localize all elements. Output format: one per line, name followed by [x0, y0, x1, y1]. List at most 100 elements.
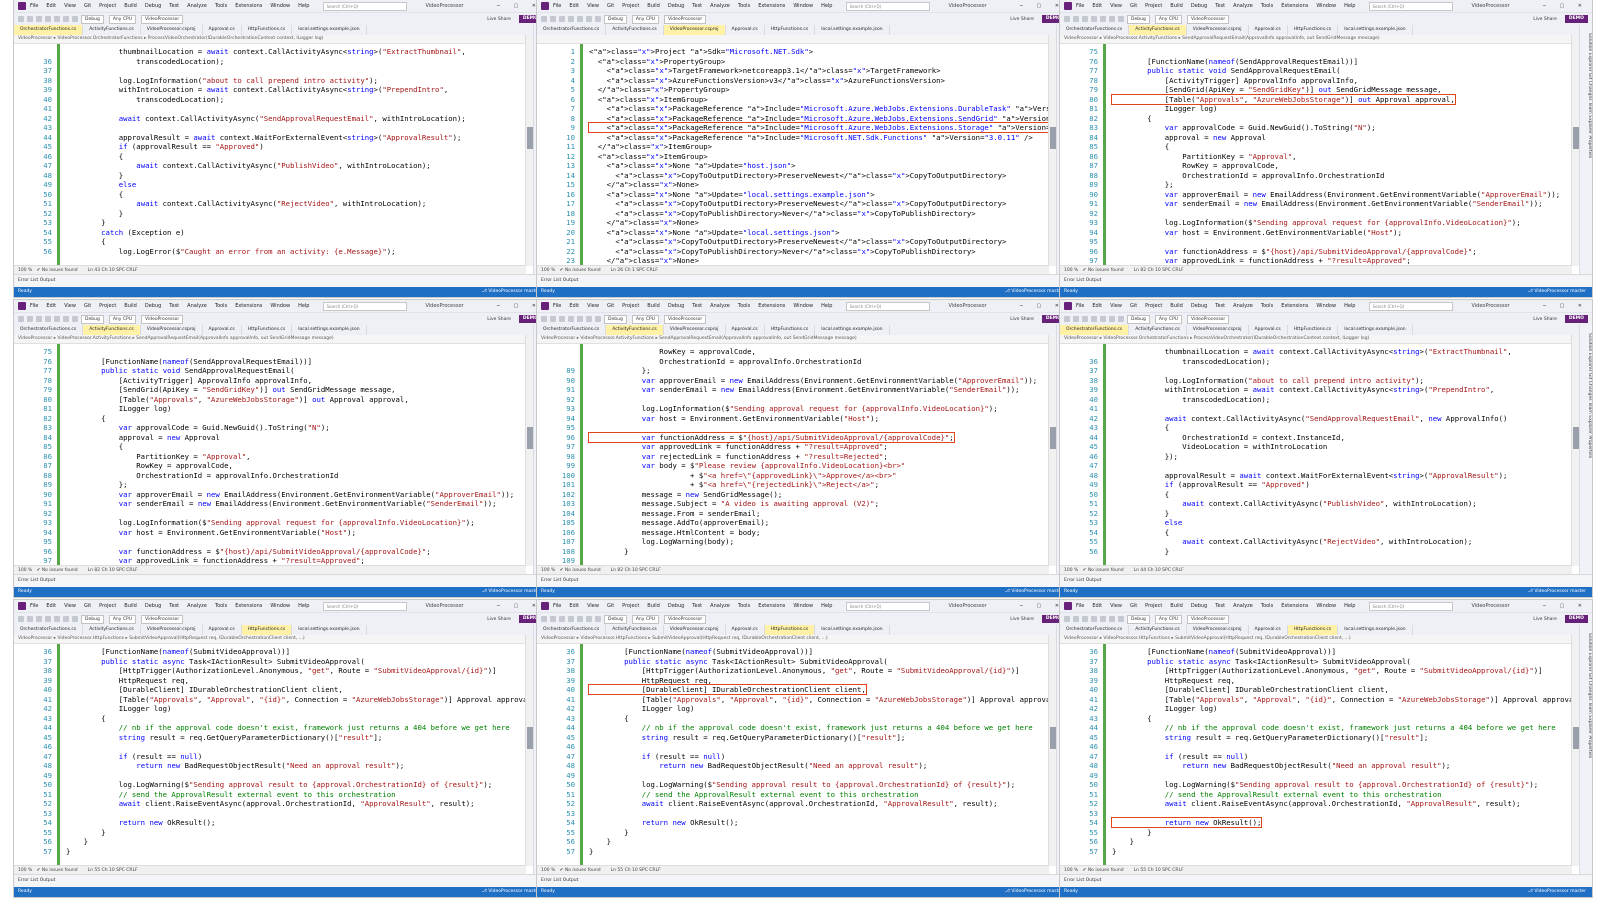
navigation-bar[interactable]: [537, 35, 1057, 44]
window-controls[interactable]: ─ ▢ ✕: [497, 603, 542, 609]
code-line[interactable]: 43 {: [1082, 714, 1568, 724]
code-text[interactable]: RowKey = approvalCode,: [66, 461, 233, 470]
code-line[interactable]: 104 message.From = senderEmail;: [559, 509, 1045, 519]
save-all-icon[interactable]: [577, 16, 583, 22]
menu-tools[interactable]: Tools: [215, 303, 227, 309]
platform-select[interactable]: Any CPU: [631, 14, 659, 24]
code-text[interactable]: }: [1112, 828, 1151, 837]
code-text[interactable]: var functionAddress = $"{host}/api/Submi…: [1112, 247, 1477, 256]
code-line[interactable]: 8 <"a">class="x">PackageReference "a">In…: [559, 114, 1049, 124]
code-text[interactable]: <"a">class="x">AzureFunctionsVersion>v3<…: [589, 76, 945, 85]
code-lines[interactable]: 1 <"a">class="x">Project "a">Sdk="Microso…: [559, 47, 1049, 266]
menu-analyze[interactable]: Analyze: [710, 603, 730, 609]
code-text[interactable]: approvalResult = await context.WaitForEx…: [1112, 471, 1508, 480]
configuration-select[interactable]: Debug: [1127, 14, 1150, 24]
live-share-button[interactable]: Live Share: [487, 317, 511, 322]
code-text[interactable]: ILogger log): [66, 404, 172, 413]
code-text[interactable]: await context.CallActivityAsync("SendApp…: [66, 114, 466, 123]
output-tabs[interactable]: Error List Output: [537, 274, 1069, 287]
code-line[interactable]: 47 if (result == null): [36, 752, 522, 762]
code-line[interactable]: 87 RowKey = approvalCode,: [36, 461, 522, 471]
save-all-icon[interactable]: [54, 616, 60, 622]
code-text[interactable]: thumbnailLocation = await context.CallAc…: [66, 47, 466, 56]
live-share-button[interactable]: Live Share: [487, 17, 511, 22]
menu-debug[interactable]: Debug: [145, 603, 161, 609]
save-all-icon[interactable]: [54, 316, 60, 322]
code-text[interactable]: public static async Task<IActionResult> …: [66, 657, 365, 666]
code-line[interactable]: 38 [HttpTrigger(AuthorizationLevel.Anony…: [36, 666, 522, 676]
start-button[interactable]: VideoProcessor: [664, 314, 707, 324]
menu-build[interactable]: Build: [1170, 303, 1183, 309]
code-line[interactable]: 53 }: [36, 218, 522, 228]
window-controls[interactable]: ─ ▢ ✕: [1020, 3, 1065, 9]
document-tab[interactable]: ActivityFunctions.cs: [83, 625, 141, 635]
status-branch[interactable]: ⎇ VideoProcessor master: [1528, 587, 1586, 597]
code-line[interactable]: 75: [36, 347, 522, 357]
code-line[interactable]: 54 {: [1082, 528, 1568, 538]
code-line[interactable]: 86 PartitionKey = "Approval",: [36, 452, 522, 462]
code-text[interactable]: var senderEmail = new EmailAddress(Envir…: [1112, 199, 1543, 208]
code-text[interactable]: }: [66, 218, 105, 227]
menu-view[interactable]: View: [587, 303, 599, 309]
document-tab[interactable]: Approval.cs: [726, 25, 765, 35]
document-tab[interactable]: VideoProcessor.csproj: [1187, 325, 1249, 335]
code-text[interactable]: log.LogError($"Caught an error from an a…: [66, 247, 396, 256]
code-text[interactable]: return new BadRequestObjectResult("Need …: [1112, 761, 1450, 770]
document-tab[interactable]: local.settings.example.json: [815, 25, 890, 35]
code-line[interactable]: 89 };: [1082, 180, 1568, 190]
code-line[interactable]: 15 </"a">class="x">None>: [559, 180, 1045, 190]
code-line[interactable]: 36 [FunctionName(nameof(SubmitVideoAppro…: [559, 647, 1045, 657]
code-line[interactable]: 79 [SendGrid(ApiKey = "SendGridKey")] ou…: [36, 385, 522, 395]
code-text[interactable]: var approvedLink = functionAddress + "?r…: [1112, 256, 1411, 265]
code-line[interactable]: 91 var senderEmail = new EmailAddress(En…: [36, 499, 522, 509]
code-text[interactable]: }: [1112, 847, 1116, 856]
code-line[interactable]: 99 var body = $"Please review {approvalI…: [559, 461, 1045, 471]
start-button[interactable]: VideoProcessor: [141, 14, 184, 24]
code-text[interactable]: withIntroLocation = await context.CallAc…: [1112, 385, 1495, 394]
code-text[interactable]: approval = new Approval: [1112, 133, 1266, 142]
document-tab[interactable]: ActivityFunctions.cs: [606, 625, 664, 635]
code-line[interactable]: 40 transcodedLocation);: [1082, 395, 1568, 405]
menu-project[interactable]: Project: [622, 303, 639, 309]
code-text[interactable]: <"a">class="x">CopyToPublishDirectory>Ne…: [589, 247, 975, 256]
side-tool-windows[interactable]: Solution Explorer Git Changes Team Explo…: [1579, 25, 1592, 275]
code-line[interactable]: 56 }: [1082, 837, 1568, 847]
code-line[interactable]: 55 }: [1082, 828, 1568, 838]
code-line[interactable]: 51 // send the ApprovalResult external e…: [559, 790, 1045, 800]
code-text[interactable]: log.LogInformation($"Sending approval re…: [66, 518, 475, 527]
menu-extensions[interactable]: Extensions: [235, 3, 262, 9]
document-tab[interactable]: HttpFunctions.cs: [242, 325, 293, 335]
code-line[interactable]: 46 });: [1082, 452, 1568, 462]
menu-edit[interactable]: Edit: [1092, 3, 1102, 9]
code-text[interactable]: var approvedLink = functionAddress + "?r…: [66, 556, 365, 565]
code-line[interactable]: 77 public static void SendApprovalReques…: [1082, 66, 1568, 76]
code-text[interactable]: public static void SendApprovalRequestEm…: [66, 366, 294, 375]
menu-window[interactable]: Window: [1316, 3, 1336, 9]
code-lines[interactable]: 75 76 [FunctionName(nameof(SendApprovalRe…: [36, 347, 522, 566]
code-line[interactable]: 87 RowKey = approvalCode,: [1082, 161, 1568, 171]
code-line[interactable]: 52 }: [36, 209, 522, 219]
code-line[interactable]: 55 }: [36, 828, 522, 838]
redo-icon[interactable]: [595, 616, 601, 622]
code-line[interactable]: 81 ILogger log): [36, 404, 522, 414]
document-tab[interactable]: ActivityFunctions.cs: [606, 325, 664, 335]
menu-view[interactable]: View: [1110, 603, 1122, 609]
back-icon[interactable]: [1064, 316, 1070, 322]
menu-window[interactable]: Window: [270, 303, 290, 309]
configuration-select[interactable]: Debug: [1127, 614, 1150, 624]
code-line[interactable]: 17 <"a">class="x">CopyToOutputDirectory>…: [559, 199, 1045, 209]
save-icon[interactable]: [568, 16, 574, 22]
code-text[interactable]: [Table("Approvals", "Approval", "{id}", …: [1112, 695, 1572, 704]
issues-status[interactable]: No issues found: [1088, 868, 1124, 873]
code-line[interactable]: 97 var approvedLink = functionAddress + …: [559, 442, 1045, 452]
save-all-icon[interactable]: [1100, 616, 1106, 622]
code-text[interactable]: }: [589, 828, 628, 837]
code-line[interactable]: 57}: [559, 847, 1045, 857]
code-line[interactable]: 40 [DurableClient] IDurableOrchestration…: [1082, 685, 1568, 695]
code-line[interactable]: 12 <"a">class="x">ItemGroup>: [559, 152, 1045, 162]
code-line[interactable]: 80 [Table("Approvals", "AzureWebJobsStor…: [1082, 93, 1568, 105]
code-text[interactable]: {: [1112, 528, 1169, 537]
code-text[interactable]: log.LogInformation($"Sending approval re…: [1112, 218, 1521, 227]
menu-project[interactable]: Project: [1145, 603, 1162, 609]
code-line[interactable]: 53: [559, 809, 1045, 819]
